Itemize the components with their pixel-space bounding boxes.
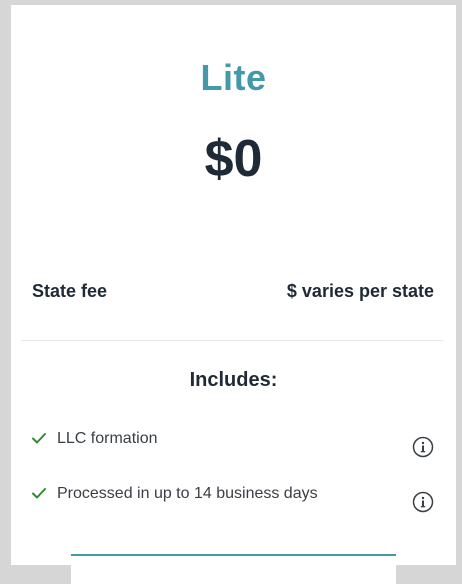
check-icon — [32, 433, 46, 444]
state-fee-value: $ varies per state — [286, 281, 434, 301]
includes-title: Includes: — [189, 369, 278, 391]
state-fee-label: State fee — [32, 281, 108, 301]
feature-label: LLC formation — [57, 430, 158, 447]
check-icon — [32, 488, 46, 499]
divider — [21, 340, 444, 341]
feature-item-llc-formation: LLC formation — [31, 428, 436, 460]
feature-label: Processed in up to 14 business days — [57, 485, 318, 502]
feature-item-processing-time: Processed in up to 14 business days — [31, 483, 436, 515]
select-plan-button[interactable] — [71, 554, 396, 584]
info-icon[interactable] — [412, 491, 434, 513]
plan-name: Lite — [200, 57, 267, 98]
info-icon[interactable] — [412, 436, 434, 458]
plan-price: $0 — [204, 130, 263, 188]
state-fee-row: State fee $ varies per state — [32, 281, 434, 302]
pricing-card: Lite $0 State fee $ varies per state Inc… — [11, 5, 456, 584]
